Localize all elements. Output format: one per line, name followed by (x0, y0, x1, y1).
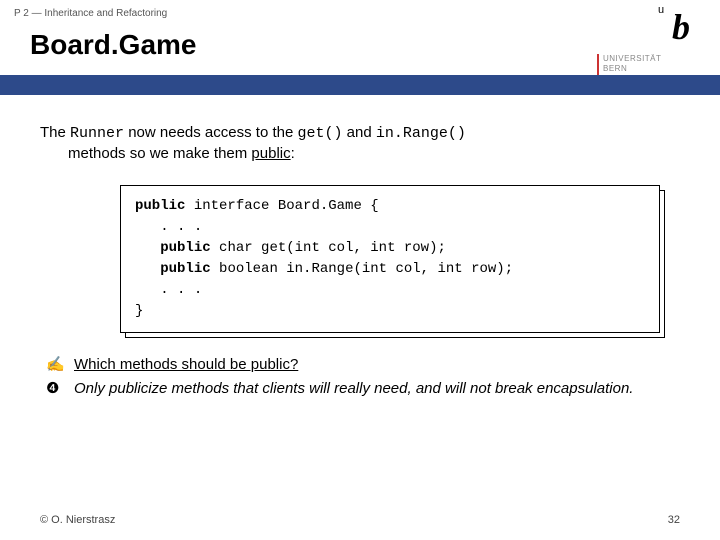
decorative-band (0, 75, 720, 95)
question-row: ✍ Which methods should be public? (46, 355, 680, 375)
book-icon: ❹ (46, 379, 74, 397)
question-text: Which methods should be public? (74, 355, 298, 375)
answer-text: Only publicize methods that clients will… (74, 379, 633, 399)
logo-b-letter: b (672, 7, 690, 47)
code-block: public interface Board.Game { . . . publ… (120, 185, 660, 333)
logo-uni-line1: UNIVERSITÄT (603, 54, 702, 64)
university-logo: u b UNIVERSITÄT BERN (597, 6, 702, 75)
footer-page-number: 32 (668, 514, 680, 526)
footer-copyright: © O. Nierstrasz (40, 514, 115, 526)
answer-row: ❹ Only publicize methods that clients wi… (46, 379, 680, 399)
intro-paragraph: The Runner now needs access to the get()… (40, 123, 680, 165)
page-title: Board.Game (30, 29, 690, 61)
hand-writing-icon: ✍ (46, 355, 74, 373)
logo-u-letter: u (658, 4, 664, 16)
logo-uni-line2: BERN (603, 64, 702, 74)
